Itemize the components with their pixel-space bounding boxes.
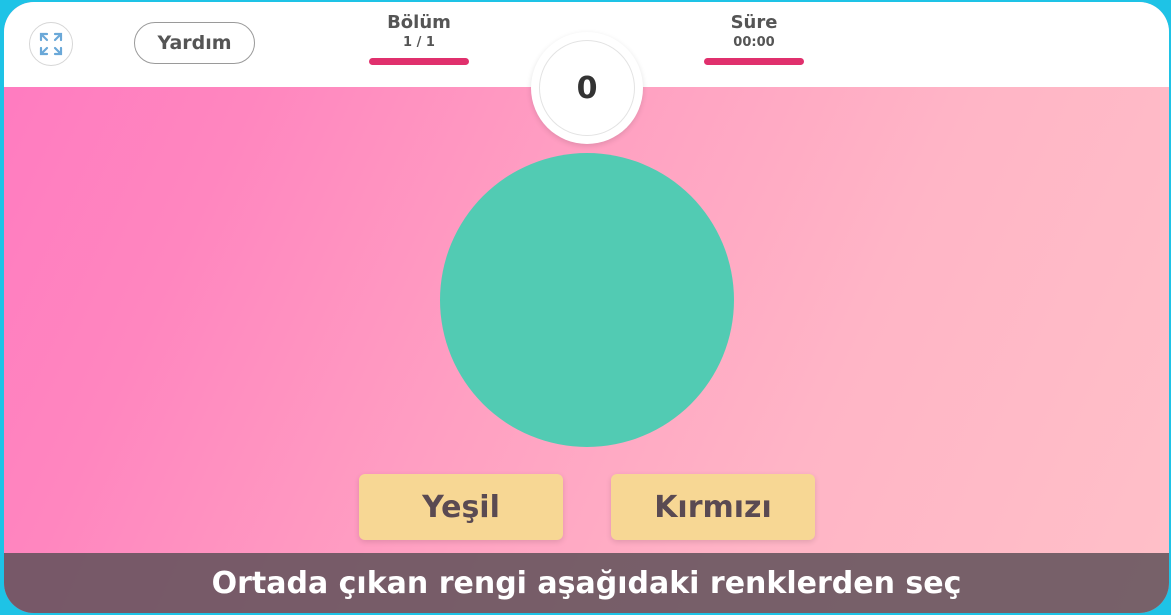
time-value: 00:00	[733, 35, 775, 50]
instruction-banner: Ortada çıkan rengi aşağıdaki renklerden …	[4, 553, 1169, 613]
score-badge: 0	[531, 32, 643, 144]
score-value: 0	[539, 40, 635, 136]
help-button[interactable]: Yardım	[134, 22, 255, 64]
color-circle	[440, 153, 734, 447]
level-indicator: Bölüm 1 / 1	[369, 12, 469, 65]
game-frame: Yardım Bölüm 1 / 1 Süre 00:00 0 Yeşil Kı…	[4, 2, 1169, 613]
level-progress-bar	[369, 58, 469, 65]
answer-button-red[interactable]: Kırmızı	[611, 474, 815, 540]
time-progress-bar	[704, 58, 804, 65]
time-label: Süre	[730, 12, 778, 33]
time-indicator: Süre 00:00	[704, 12, 804, 65]
fullscreen-button[interactable]	[29, 22, 73, 66]
expand-icon	[39, 32, 63, 56]
level-label: Bölüm	[387, 12, 451, 33]
answer-button-green[interactable]: Yeşil	[359, 474, 563, 540]
level-value: 1 / 1	[403, 35, 435, 50]
